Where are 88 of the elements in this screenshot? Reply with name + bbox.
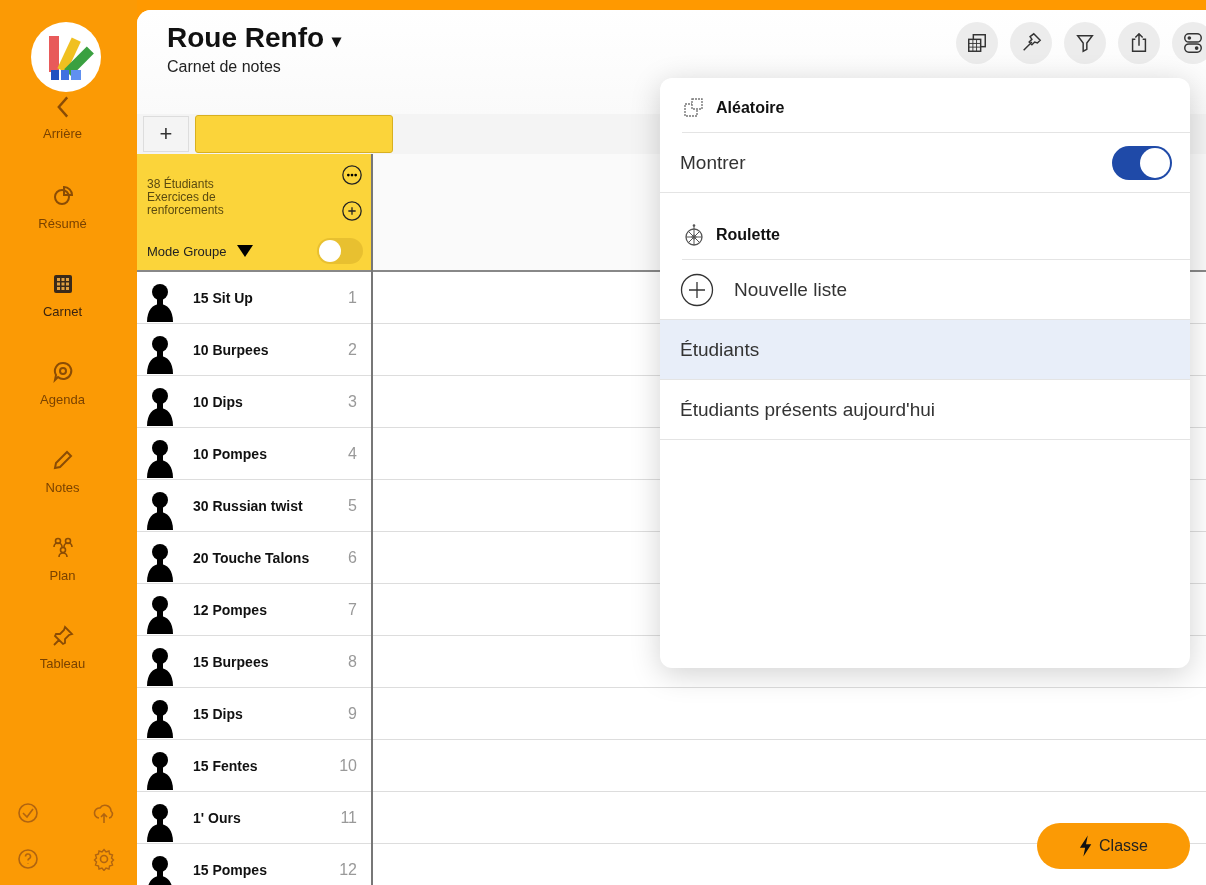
show-toggle[interactable] (1112, 145, 1172, 180)
person-silhouette-icon (145, 541, 175, 582)
group-field[interactable] (195, 115, 393, 153)
student-row[interactable]: 20 Touche Talons 6 (137, 532, 371, 584)
student-name: 15 Fentes (193, 757, 259, 774)
sidebar-item[interactable]: Arrière (0, 92, 131, 180)
student-count: 38 Étudiants (147, 178, 215, 192)
sidebar-item[interactable]: Résumé (0, 180, 131, 268)
subtitle: Carnet de notes (167, 58, 282, 76)
people-icon (50, 536, 75, 560)
more-icon[interactable] (341, 164, 363, 186)
grid-copy-icon (966, 32, 988, 54)
student-name: 15 Pompes (193, 861, 268, 878)
row-number: 11 (340, 808, 357, 827)
student-row[interactable]: 15 Dips 9 (137, 688, 371, 740)
add-circle-icon (680, 272, 714, 307)
student-name: 10 Burpees (193, 341, 270, 358)
row-number: 9 (348, 704, 357, 723)
student-name: 10 Pompes (193, 445, 268, 462)
student-row[interactable]: 10 Dips 3 (137, 376, 371, 428)
sidebar-item[interactable]: Notes (0, 444, 131, 532)
student-row[interactable]: 10 Pompes 4 (137, 428, 371, 480)
person-silhouette-icon (145, 645, 175, 686)
share-button[interactable] (1118, 22, 1160, 64)
row-number: 2 (348, 340, 357, 359)
person-silhouette-icon (145, 281, 175, 322)
student-name: 15 Dips (193, 705, 244, 722)
section-title: Roulette (716, 226, 780, 244)
row-number: 6 (348, 548, 357, 567)
add-circle-icon[interactable] (341, 200, 363, 222)
student-row[interactable]: 15 Fentes 10 (137, 740, 371, 792)
sidebar-item[interactable]: Tableau (0, 620, 131, 708)
person-silhouette-icon (145, 437, 175, 478)
student-name: 1' Ours (193, 809, 242, 826)
section-title: Aléatoire (716, 99, 785, 117)
class-action-button[interactable]: Classe (1037, 823, 1190, 869)
student-row[interactable]: 30 Russian twist 5 (137, 480, 371, 532)
person-silhouette-icon (145, 489, 175, 530)
mode-label: Mode Groupe (147, 243, 227, 259)
person-silhouette-icon (145, 593, 175, 634)
row-number: 12 (339, 860, 357, 879)
row-number: 10 (339, 756, 357, 775)
student-row[interactable]: 10 Burpees 2 (137, 324, 371, 376)
option-label: Montrer (680, 151, 746, 174)
wheel-icon (682, 223, 706, 247)
chevron-left-icon (56, 96, 69, 118)
list-item[interactable]: Étudiants (660, 320, 1190, 380)
person-silhouette-icon (145, 801, 175, 842)
group-description: Exercices de renforcements (147, 191, 225, 218)
person-silhouette-icon (145, 333, 175, 374)
toolbar-button[interactable] (1010, 22, 1052, 64)
group-mode-toggle[interactable] (317, 238, 363, 264)
chat-bubble-icon (50, 360, 75, 384)
toolbar-button[interactable] (1172, 22, 1206, 64)
row-number: 5 (348, 496, 357, 515)
row-number: 4 (348, 444, 357, 463)
row-number: 7 (348, 600, 357, 619)
list-item[interactable]: Étudiants présents aujourd'hui (660, 380, 1190, 440)
checkmark-circle-icon[interactable] (15, 801, 40, 825)
lightning-icon (1079, 835, 1094, 857)
student-row[interactable]: 1' Ours 11 (137, 792, 371, 844)
toolbar-button[interactable] (956, 22, 998, 64)
person-silhouette-icon (145, 697, 175, 738)
add-button[interactable]: + (143, 116, 189, 152)
triangle-down-icon[interactable] (236, 245, 253, 257)
student-name: 20 Touche Talons (193, 549, 311, 566)
student-name: 10 Dips (193, 393, 244, 410)
student-name: 30 Russian twist (193, 497, 304, 514)
student-name: 12 Pompes (193, 601, 268, 618)
sidebar-item[interactable]: Plan (0, 532, 131, 620)
student-name: 15 Sit Up (193, 289, 254, 306)
palette-logo-icon (30, 22, 101, 92)
filter-icon (1074, 32, 1096, 54)
row-number: 1 (348, 288, 357, 307)
student-row[interactable]: 15 Sit Up 1 (137, 272, 371, 324)
student-name: 15 Burpees (193, 653, 270, 670)
class-title-dropdown[interactable]: Roue Renfo ▾ (167, 22, 341, 54)
student-row[interactable]: 15 Pompes 12 (137, 844, 371, 885)
person-silhouette-icon (145, 749, 175, 790)
person-silhouette-icon (145, 385, 175, 426)
student-row[interactable]: 15 Burpees 8 (137, 636, 371, 688)
filter-button[interactable] (1064, 22, 1106, 64)
row-number: 3 (348, 392, 357, 411)
toggles-icon (1182, 32, 1204, 54)
student-row[interactable]: 12 Pompes 7 (137, 584, 371, 636)
sidebar-item[interactable]: Agenda (0, 356, 131, 444)
row-number: 8 (348, 652, 357, 671)
new-list-button[interactable]: Nouvelle liste (660, 260, 1190, 320)
